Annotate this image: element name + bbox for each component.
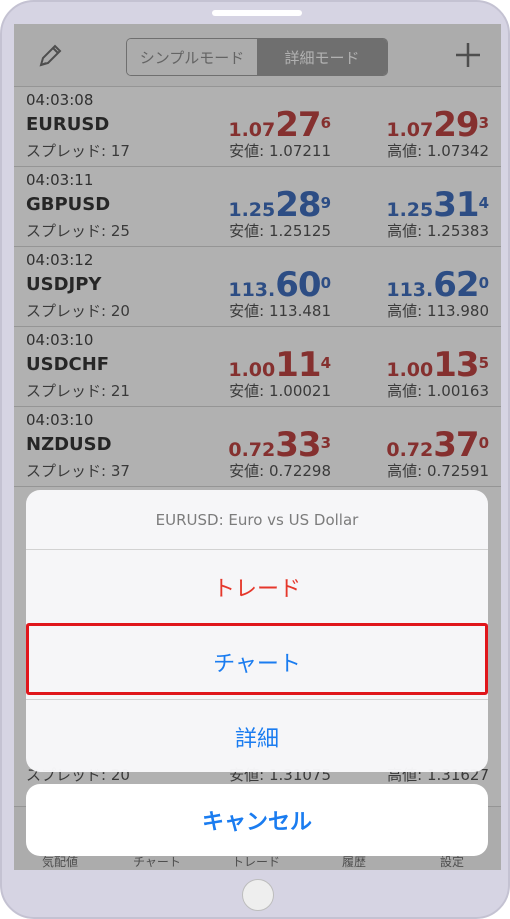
action-sheet-title: EURUSD: Euro vs US Dollar: [26, 490, 488, 550]
chart-highlight-box: [26, 623, 488, 695]
cancel-button[interactable]: キャンセル: [26, 784, 488, 856]
screen: シンプルモード 詳細モード 04:03:08 EURUSD スプレッド: 17 …: [14, 24, 501, 870]
speaker-slot: [212, 10, 302, 16]
trade-action-button[interactable]: トレード: [26, 550, 488, 625]
phone-frame: シンプルモード 詳細モード 04:03:08 EURUSD スプレッド: 17 …: [0, 0, 510, 919]
details-action-button[interactable]: 詳細: [26, 700, 488, 772]
home-button[interactable]: [242, 879, 274, 911]
